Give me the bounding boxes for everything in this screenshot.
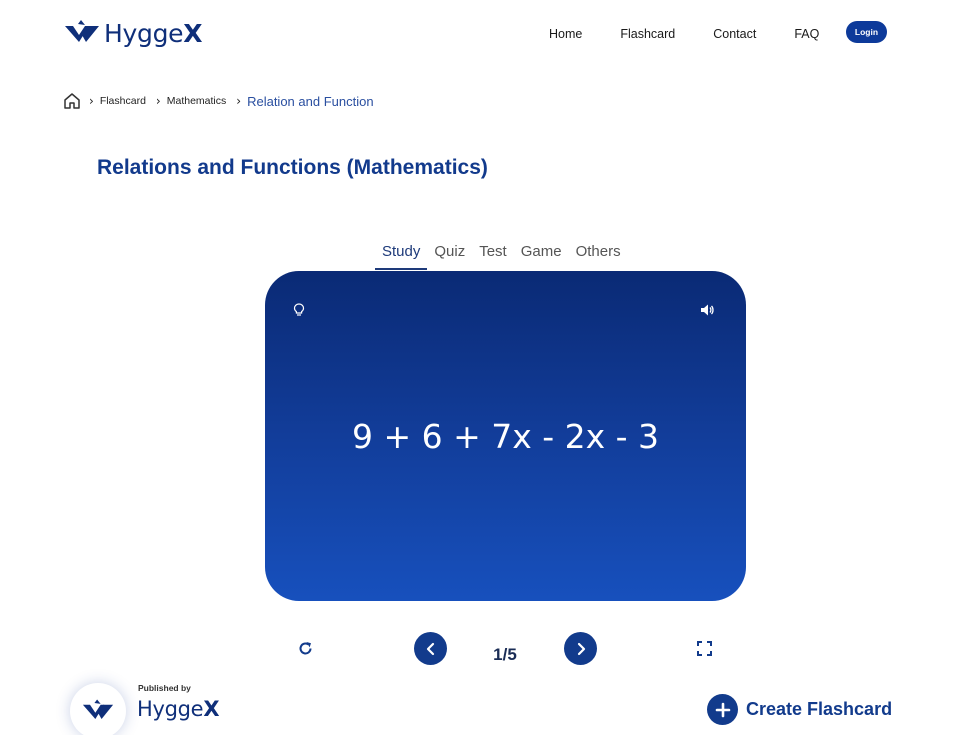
published-by-label: Published by bbox=[138, 683, 191, 693]
tab-others[interactable]: Others bbox=[569, 243, 628, 270]
tab-quiz[interactable]: Quiz bbox=[427, 243, 472, 270]
flashcard[interactable]: 9 + 6 + 7x - 2x - 3 bbox=[265, 271, 746, 601]
breadcrumb-item-current[interactable]: › Relation and Function bbox=[236, 94, 373, 109]
nav-flashcard[interactable]: Flashcard bbox=[620, 27, 675, 41]
lightbulb-icon[interactable] bbox=[293, 303, 305, 317]
chevron-right-icon bbox=[577, 642, 585, 655]
publisher-name: HyggeX bbox=[137, 697, 220, 721]
brand-logo[interactable]: HyggeX bbox=[64, 18, 203, 48]
tab-game[interactable]: Game bbox=[514, 243, 569, 270]
refresh-icon[interactable] bbox=[297, 640, 314, 657]
breadcrumb-item-flashcard[interactable]: › Flashcard bbox=[89, 94, 146, 108]
next-card-button[interactable] bbox=[564, 632, 597, 665]
plus-icon bbox=[707, 694, 738, 725]
chevron-left-icon bbox=[426, 642, 434, 655]
create-flashcard-button[interactable]: Create Flashcard bbox=[707, 694, 892, 725]
chevron-right-icon: › bbox=[89, 94, 94, 108]
nav-faq[interactable]: FAQ bbox=[794, 27, 819, 41]
tab-study[interactable]: Study bbox=[375, 243, 428, 270]
home-icon[interactable] bbox=[63, 92, 81, 110]
hyggex-logo-icon bbox=[82, 699, 114, 719]
breadcrumb-item-mathematics[interactable]: › Mathematics bbox=[156, 94, 226, 108]
previous-card-button[interactable] bbox=[414, 632, 447, 665]
publisher-avatar bbox=[70, 683, 126, 735]
flashcard-text: 9 + 6 + 7x - 2x - 3 bbox=[351, 417, 660, 456]
breadcrumb: › Flashcard › Mathematics › Relation and… bbox=[63, 91, 384, 111]
login-button[interactable]: Login bbox=[846, 21, 887, 43]
brand-name: HyggeX bbox=[104, 18, 203, 48]
speaker-icon[interactable] bbox=[700, 303, 714, 317]
nav-contact[interactable]: Contact bbox=[713, 27, 756, 41]
mode-tabs: Study Quiz Test Game Others bbox=[375, 243, 628, 270]
main-nav: Home Flashcard Contact FAQ bbox=[549, 27, 857, 41]
create-flashcard-label: Create Flashcard bbox=[746, 699, 893, 719]
page-title: Relations and Functions (Mathematics) bbox=[97, 156, 488, 179]
card-counter: 1/5 bbox=[493, 645, 517, 664]
nav-home[interactable]: Home bbox=[549, 27, 582, 41]
tab-test[interactable]: Test bbox=[472, 243, 514, 270]
chevron-right-icon: › bbox=[155, 94, 161, 108]
fullscreen-icon[interactable] bbox=[697, 641, 712, 656]
hyggex-logo-icon bbox=[65, 20, 99, 42]
chevron-right-icon: › bbox=[236, 94, 242, 108]
